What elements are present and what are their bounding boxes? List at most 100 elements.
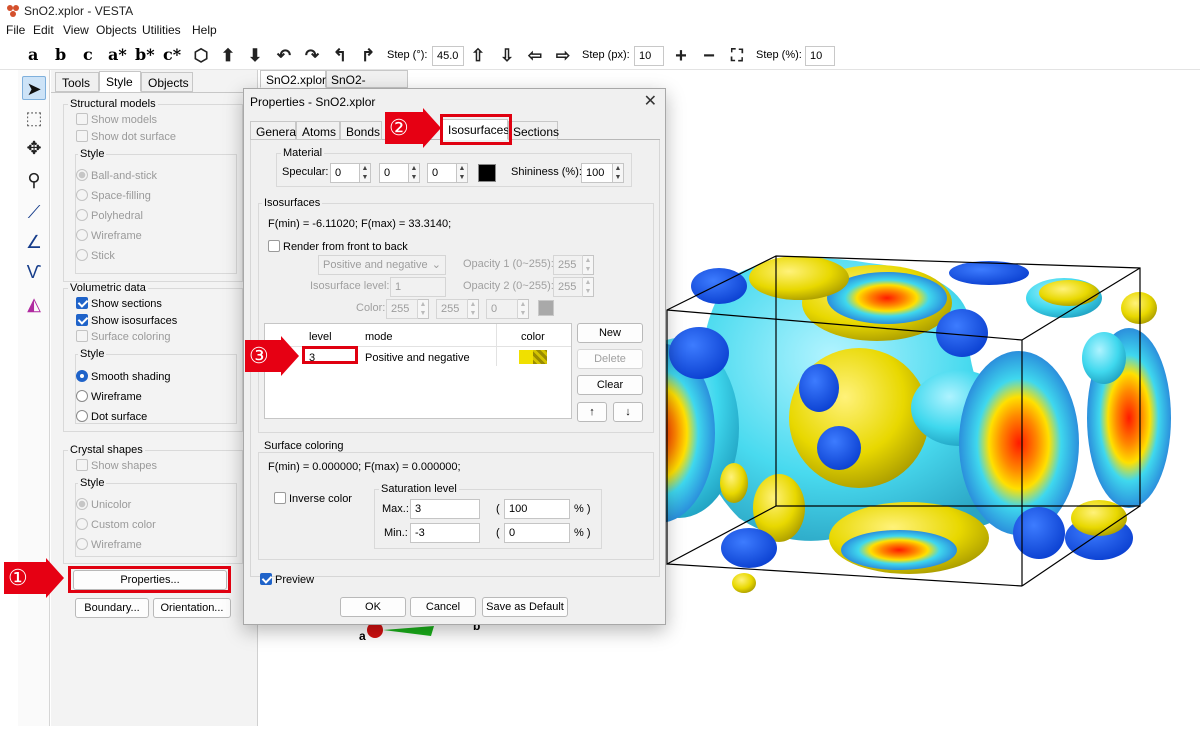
space-filling-radio[interactable]: Space-filling [76, 189, 151, 202]
mode-select[interactable]: Positive and negative ⌄ [318, 255, 446, 275]
rotate-cw-icon[interactable]: ↱ [358, 46, 378, 66]
preview-checkbox[interactable]: Preview [260, 573, 314, 586]
delete-button[interactable]: Delete [577, 349, 643, 369]
tab-general[interactable]: General [250, 121, 299, 140]
view-along-a-star-button[interactable]: a* [108, 45, 127, 64]
boundary-button[interactable]: Boundary... [75, 598, 149, 618]
color-r-input[interactable]: 255 [386, 299, 418, 319]
close-icon[interactable]: ✕ [644, 91, 657, 111]
tab-sno2-xplor[interactable]: SnO2.xplor [260, 70, 326, 88]
specular-b-input[interactable]: 0 [427, 163, 457, 183]
view-along-c-button[interactable]: c [83, 45, 93, 64]
saturation-max-input[interactable]: 3 [410, 499, 480, 519]
rotate-down-icon[interactable]: ⬇ [245, 46, 265, 66]
specular-color-swatch[interactable] [478, 164, 496, 182]
crystal-wireframe-radio[interactable]: Wireframe [76, 538, 142, 551]
distance-icon[interactable]: ⟋ [22, 200, 46, 224]
move-up-icon[interactable]: ⇧ [468, 46, 488, 66]
tab-objects[interactable]: Objects [141, 72, 193, 92]
clear-button[interactable]: Clear [577, 375, 643, 395]
view-along-b-button[interactable]: b [55, 45, 66, 64]
row-mode[interactable]: Positive and negative [365, 352, 470, 364]
fit-to-screen-icon[interactable]: ⛶ [727, 46, 747, 66]
tab-atoms[interactable]: Atoms [296, 121, 340, 140]
color-r-spinner[interactable]: ▲ ▼ [418, 299, 429, 319]
ok-button[interactable]: OK [340, 597, 406, 617]
magnify-icon[interactable]: ⚲ [22, 168, 46, 192]
tab-tools[interactable]: Tools [55, 72, 99, 92]
rotate-up-icon[interactable]: ⬆ [218, 46, 238, 66]
structural-wireframe-radio[interactable]: Wireframe [76, 229, 142, 242]
select-region-icon[interactable]: ⬚ [22, 106, 46, 130]
row-color-dark-swatch[interactable] [533, 350, 547, 364]
orientation-button[interactable]: Orientation... [153, 598, 231, 618]
show-dot-surface-checkbox[interactable]: Show dot surface [76, 130, 176, 143]
inverse-color-checkbox[interactable]: Inverse color [274, 492, 352, 505]
move-left-icon[interactable]: ⇦ [525, 46, 545, 66]
opacity1-input[interactable]: 255 [553, 255, 583, 275]
show-isosurfaces-checkbox[interactable]: Show isosurfaces [76, 314, 177, 327]
shininess-spinner[interactable]: ▲ ▼ [613, 163, 624, 183]
volumetric-wireframe-radio[interactable]: Wireframe [76, 390, 142, 403]
tab-sno2-edma-cif[interactable]: SnO2-EDMA.cif [326, 70, 408, 101]
menu-edit[interactable]: Edit [33, 23, 54, 37]
move-up-button[interactable]: ↑ [577, 402, 607, 422]
color-g-input[interactable]: 255 [436, 299, 468, 319]
dihedral-icon[interactable]: Ѵ [22, 260, 46, 284]
row-color-yellow-swatch[interactable] [519, 350, 533, 364]
render-front-to-back-checkbox[interactable]: Render from front to back [268, 240, 408, 253]
standard-orientation-icon[interactable]: ⬡ [191, 46, 211, 66]
view-along-c-star-button[interactable]: c* [163, 45, 181, 64]
tab-bonds[interactable]: Bonds [340, 121, 382, 140]
surface-coloring-checkbox[interactable]: Surface coloring [76, 330, 171, 343]
show-sections-checkbox[interactable]: Show sections [76, 297, 162, 310]
shininess-input[interactable]: 100 [581, 163, 613, 183]
angle-icon[interactable]: ∠ [22, 230, 46, 254]
new-button[interactable]: New [577, 323, 643, 343]
step-pct-input[interactable]: 10 [805, 46, 835, 66]
show-models-checkbox[interactable]: Show models [76, 113, 157, 126]
rotate-right-icon[interactable]: ↷ [302, 46, 322, 66]
isosurface-level-input[interactable]: 1 [390, 277, 446, 297]
opacity2-input[interactable]: 255 [553, 277, 583, 297]
menu-objects[interactable]: Objects [96, 23, 137, 37]
dot-surface-radio[interactable]: Dot surface [76, 410, 147, 423]
specular-r-input[interactable]: 0 [330, 163, 360, 183]
specular-r-spinner[interactable]: ▲ ▼ [360, 163, 371, 183]
color-g-spinner[interactable]: ▲ ▼ [468, 299, 479, 319]
menu-file[interactable]: File [6, 23, 25, 37]
saturation-min-pct-input[interactable]: 0 [504, 523, 570, 543]
specular-g-spinner[interactable]: ▲ ▼ [409, 163, 420, 183]
unicolor-radio[interactable]: Unicolor [76, 498, 131, 511]
view-along-a-button[interactable]: a [28, 45, 38, 64]
menu-help[interactable]: Help [192, 23, 217, 37]
color-b-spinner[interactable]: ▲ ▼ [518, 299, 529, 319]
rotate-ccw-icon[interactable]: ↰ [330, 46, 350, 66]
boundary-icon[interactable]: ◭ [22, 292, 46, 316]
polyhedral-radio[interactable]: Polyhedral [76, 209, 143, 222]
rotate-left-icon[interactable]: ↶ [274, 46, 294, 66]
tab-sections[interactable]: Sections [508, 121, 559, 140]
color-b-input[interactable]: 0 [486, 299, 518, 319]
ball-and-stick-radio[interactable]: Ball-and-stick [76, 169, 157, 182]
opacity1-spinner[interactable]: ▲ ▼ [583, 255, 594, 275]
specular-g-input[interactable]: 0 [379, 163, 409, 183]
isosurface-color-swatch[interactable] [538, 300, 554, 316]
translate-icon[interactable]: ✥ [22, 136, 46, 160]
step-degree-input[interactable]: 45.0 [432, 46, 464, 66]
select-arrow-icon[interactable]: ➤ [22, 76, 46, 100]
show-shapes-checkbox[interactable]: Show shapes [76, 459, 157, 472]
move-down-button[interactable]: ↓ [613, 402, 643, 422]
view-along-b-star-button[interactable]: b* [135, 45, 155, 64]
save-as-default-button[interactable]: Save as Default [482, 597, 568, 617]
custom-color-radio[interactable]: Custom color [76, 518, 156, 531]
menu-view[interactable]: View [63, 23, 89, 37]
smooth-shading-radio[interactable]: Smooth shading [76, 370, 171, 383]
opacity2-spinner[interactable]: ▲ ▼ [583, 277, 594, 297]
specular-b-spinner[interactable]: ▲ ▼ [457, 163, 468, 183]
cancel-button[interactable]: Cancel [410, 597, 476, 617]
step-px-input[interactable]: 10 [634, 46, 664, 66]
saturation-min-input[interactable]: -3 [410, 523, 480, 543]
zoom-out-icon[interactable]: − [699, 46, 719, 66]
menu-utilities[interactable]: Utilities [142, 23, 181, 37]
